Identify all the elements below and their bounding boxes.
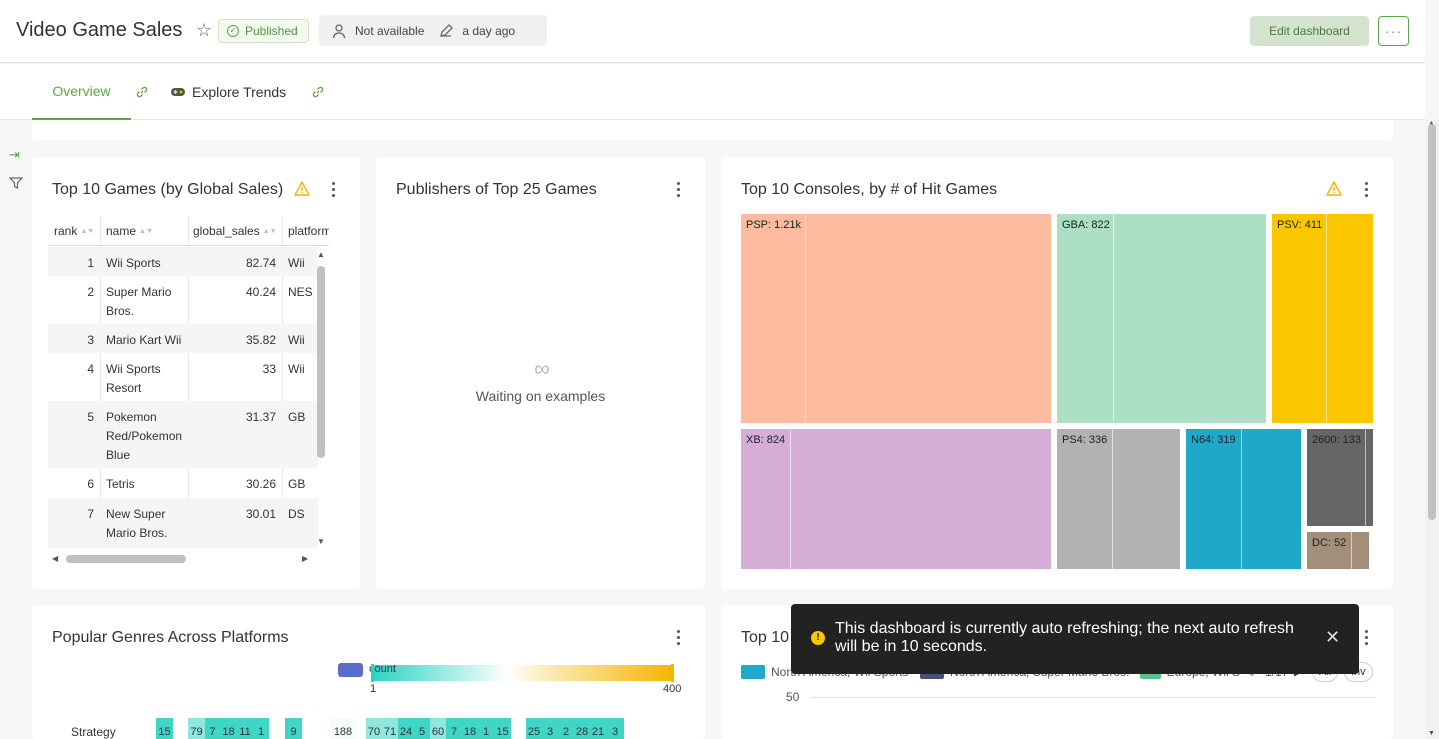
column-header-platform[interactable]: platform [288, 224, 329, 238]
table-row[interactable]: 3 Mario Kart Wii 35.82 Wii [48, 324, 318, 353]
tab-explore-trends[interactable]: Explore Trends [170, 64, 286, 120]
treemap-tile-gba[interactable]: GBA: 822 [1057, 214, 1266, 423]
table-row[interactable]: 2 Super Mario Bros. 40.24 NES [48, 276, 318, 324]
status-label: Published [245, 24, 298, 38]
table-row[interactable]: 7 New Super Mario Bros. 30.01 DS [48, 498, 318, 548]
waiting-message: Waiting on examples [475, 388, 606, 404]
heatmap-cell[interactable]: 11 [237, 718, 253, 739]
previous-row-edge [32, 120, 1393, 140]
legend-swatch [338, 663, 363, 677]
toast-message: This dashboard is currently auto refresh… [835, 620, 1294, 655]
modified-label: a day ago [462, 23, 516, 38]
heatmap-cell[interactable]: 28 [574, 718, 590, 739]
table-horizontal-scrollbar[interactable]: ◀ ▶ [48, 552, 313, 566]
heatmap-cell[interactable]: 3 [606, 718, 624, 739]
treemap-tile-ps4[interactable]: PS4: 336 [1057, 429, 1180, 569]
table-vertical-scrollbar[interactable]: ▲ ▼ [315, 250, 327, 546]
filter-icon[interactable] [9, 176, 23, 190]
pencil-icon [440, 23, 454, 37]
heatmap-cell[interactable]: 18 [220, 718, 237, 739]
heatmap-cell[interactable]: 24 [398, 718, 414, 739]
table-row[interactable]: 6 Tetris 30.26 GB [48, 468, 318, 498]
heatmap-cell[interactable]: 25 [526, 718, 542, 739]
treemap-tile-psv[interactable]: PSV: 411 [1272, 214, 1373, 423]
top-games-table: rank ▲▼ name ▲▼ global_sales ▲▼ platform 1W… [48, 216, 329, 548]
heatmap-cell[interactable]: 60 [430, 718, 446, 739]
heatmap-cell[interactable]: 18 [462, 718, 478, 739]
heatmap-cell[interactable]: 7 [446, 718, 462, 739]
treemap-tile-psp[interactable]: PSP: 1.21k [741, 214, 1051, 423]
treemap-tile-2600[interactable]: 2600: 133 [1307, 429, 1373, 526]
scroll-down-icon[interactable]: ▼ [317, 537, 325, 546]
card-menu-icon[interactable] [330, 182, 336, 198]
column-header-global-sales[interactable]: global_sales ▲▼ [193, 224, 277, 238]
dashboard-header: Video Game Sales ☆ ✓ Published Not avail… [0, 0, 1425, 63]
card-menu-icon[interactable] [1363, 630, 1369, 646]
card-title: Popular Genres Across Platforms [52, 629, 289, 646]
scroll-up-icon[interactable]: ▲ [317, 250, 325, 259]
link-icon[interactable] [135, 85, 149, 99]
heatmap-cell[interactable]: 21 [590, 718, 606, 739]
heatmap-cell[interactable]: 5 [414, 718, 430, 739]
card-menu-icon[interactable] [675, 630, 681, 646]
table-row[interactable]: 1 Wii Sports 82.74 Wii [48, 247, 318, 276]
card-menu-icon[interactable] [1363, 182, 1369, 198]
loading-icon: ∞ [534, 356, 550, 381]
dashboard-title: Video Game Sales [16, 19, 183, 41]
loading-state: ∞ Waiting on examples [376, 356, 705, 404]
link-icon[interactable] [311, 85, 325, 99]
metadata-bar: Not available a day ago [319, 15, 547, 46]
heatmap-cell[interactable]: 70 [366, 718, 382, 739]
star-icon[interactable]: ☆ [196, 20, 216, 40]
warning-icon: ! [811, 631, 825, 645]
card-title: Top 10 Games (by Global Sales) [52, 181, 284, 198]
page-scrollbar[interactable]: ▲ ▼ [1425, 120, 1439, 739]
warning-icon[interactable] [1326, 181, 1342, 196]
tab-overview[interactable]: Overview [32, 64, 131, 120]
heatmap-cell[interactable]: 15 [156, 718, 173, 739]
treemap-tile-xb[interactable]: XB: 824 [741, 429, 1051, 569]
heatmap-cell[interactable]: 1 [478, 718, 494, 739]
tab-explore-trends-label: Explore Trends [192, 84, 287, 100]
table-row[interactable]: 5 Pokemon Red/Pokemon Blue 31.37 GB [48, 401, 318, 468]
user-icon [332, 23, 346, 38]
heatmap-cell[interactable]: 3 [542, 718, 558, 739]
treemap-tile-n64[interactable]: N64: 319 [1186, 429, 1301, 569]
scroll-left-icon[interactable]: ◀ [52, 554, 58, 563]
legend-max: 400 [663, 683, 682, 695]
expand-filters-icon[interactable]: ⇥ [9, 147, 23, 162]
column-header-rank[interactable]: rank ▲▼ [54, 224, 94, 238]
column-header-name[interactable]: name ▲▼ [106, 224, 153, 238]
heatmap-cell[interactable]: 15 [494, 718, 511, 739]
color-scale-legend [372, 665, 674, 681]
y-axis-tick: 50 [786, 690, 800, 704]
heatmap-cell[interactable]: 2 [558, 718, 574, 739]
auto-refresh-toast: ! This dashboard is currently auto refre… [791, 604, 1359, 674]
tab-bar: Overview Explore Trends [0, 64, 1425, 120]
status-badge[interactable]: ✓ Published [218, 19, 309, 43]
close-icon[interactable]: ✕ [1325, 627, 1340, 648]
heatmap-cell[interactable]: 71 [382, 718, 398, 739]
card-title: Top 10 Consoles, by # of Hit Games [741, 181, 998, 198]
edit-dashboard-button[interactable]: Edit dashboard [1250, 16, 1369, 46]
scroll-right-icon[interactable]: ▶ [302, 554, 308, 563]
card-menu-icon[interactable] [675, 182, 681, 198]
treemap-tile-dc[interactable]: DC: 52 [1307, 532, 1369, 569]
gamepad-icon [171, 88, 185, 96]
warning-icon[interactable] [294, 181, 310, 196]
heatmap-cell[interactable]: 1 [253, 718, 269, 739]
more-options-button[interactable]: ··· [1378, 16, 1409, 46]
heatmap-cell[interactable]: 79 [188, 718, 205, 739]
heatmap-cell[interactable]: 7 [205, 718, 220, 739]
owner-label: Not available [355, 23, 425, 38]
heatmap-cell[interactable]: 188 [331, 718, 355, 739]
heatmap-row-label: Strategy [71, 725, 116, 739]
check-circle-icon: ✓ [227, 25, 239, 37]
heatmap-cell[interactable]: 9 [285, 718, 302, 739]
legend-min: 1 [370, 683, 377, 695]
table-row[interactable]: 4 Wii Sports Resort 33 Wii [48, 353, 318, 401]
card-title: Publishers of Top 25 Games [396, 181, 597, 198]
